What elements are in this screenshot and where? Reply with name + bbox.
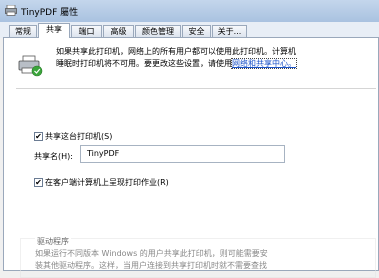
window-title: TinyPDF 屬性 <box>21 8 79 18</box>
tab-sharing[interactable]: 共享 <box>38 23 70 38</box>
tab-general[interactable]: 常规 <box>9 25 37 37</box>
tab-ports[interactable]: 端口 <box>71 25 102 37</box>
divider <box>16 88 376 89</box>
sharing-info-text: 如果共享此打印机，网络上的所有用户都可以使用此打印机。计算机 睡眠时打印机将不可… <box>56 46 374 70</box>
render-on-client-checkbox[interactable]: ✔ <box>34 178 43 187</box>
tab-advanced[interactable]: 高级 <box>103 25 134 37</box>
shared-printer-icon <box>18 55 44 77</box>
network-sharing-center-link[interactable]: 网络和共享中心。 <box>231 58 297 69</box>
share-printer-label[interactable]: 共享这台打印机(S) <box>45 131 112 142</box>
drivers-description: 如果运行不同版本 Windows 的用户共享此打印机，则可能需要安 装其他驱动程… <box>35 248 375 272</box>
drivers-line-2: 装其他驱动程序。这样，当用户连接到共享打印机时就不需要查找 <box>35 261 267 270</box>
info-line-2-text: 睡眠时打印机将不可用。要更改这些设置，请使用 <box>56 59 232 68</box>
info-line-1: 如果共享此打印机，网络上的所有用户都可以使用此打印机。计算机 <box>56 47 296 56</box>
tab-color-management[interactable]: 颜色管理 <box>135 25 181 37</box>
share-name-input[interactable]: TinyPDF <box>80 145 285 163</box>
share-name-label: 共享名(H): <box>34 152 73 161</box>
drivers-line-1: 如果运行不同版本 Windows 的用户共享此打印机，则可能需要安 <box>35 249 268 258</box>
tab-strip: 常规 共享 端口 高级 颜色管理 安全 关于... <box>0 22 379 38</box>
tab-security[interactable]: 安全 <box>182 25 211 37</box>
share-printer-checkbox[interactable]: ✔ <box>34 132 43 141</box>
render-on-client-label[interactable]: 在客户端计算机上呈现打印作业(R) <box>45 177 169 188</box>
drivers-title: 驱动程序 <box>35 236 71 247</box>
window-title-bar[interactable]: TinyPDF 屬性 <box>0 0 379 23</box>
printer-icon <box>5 4 17 16</box>
info-line-2: 睡眠时打印机将不可用。要更改这些设置，请使用网络和共享中心。 <box>56 58 374 70</box>
tab-about[interactable]: 关于... <box>212 25 247 37</box>
